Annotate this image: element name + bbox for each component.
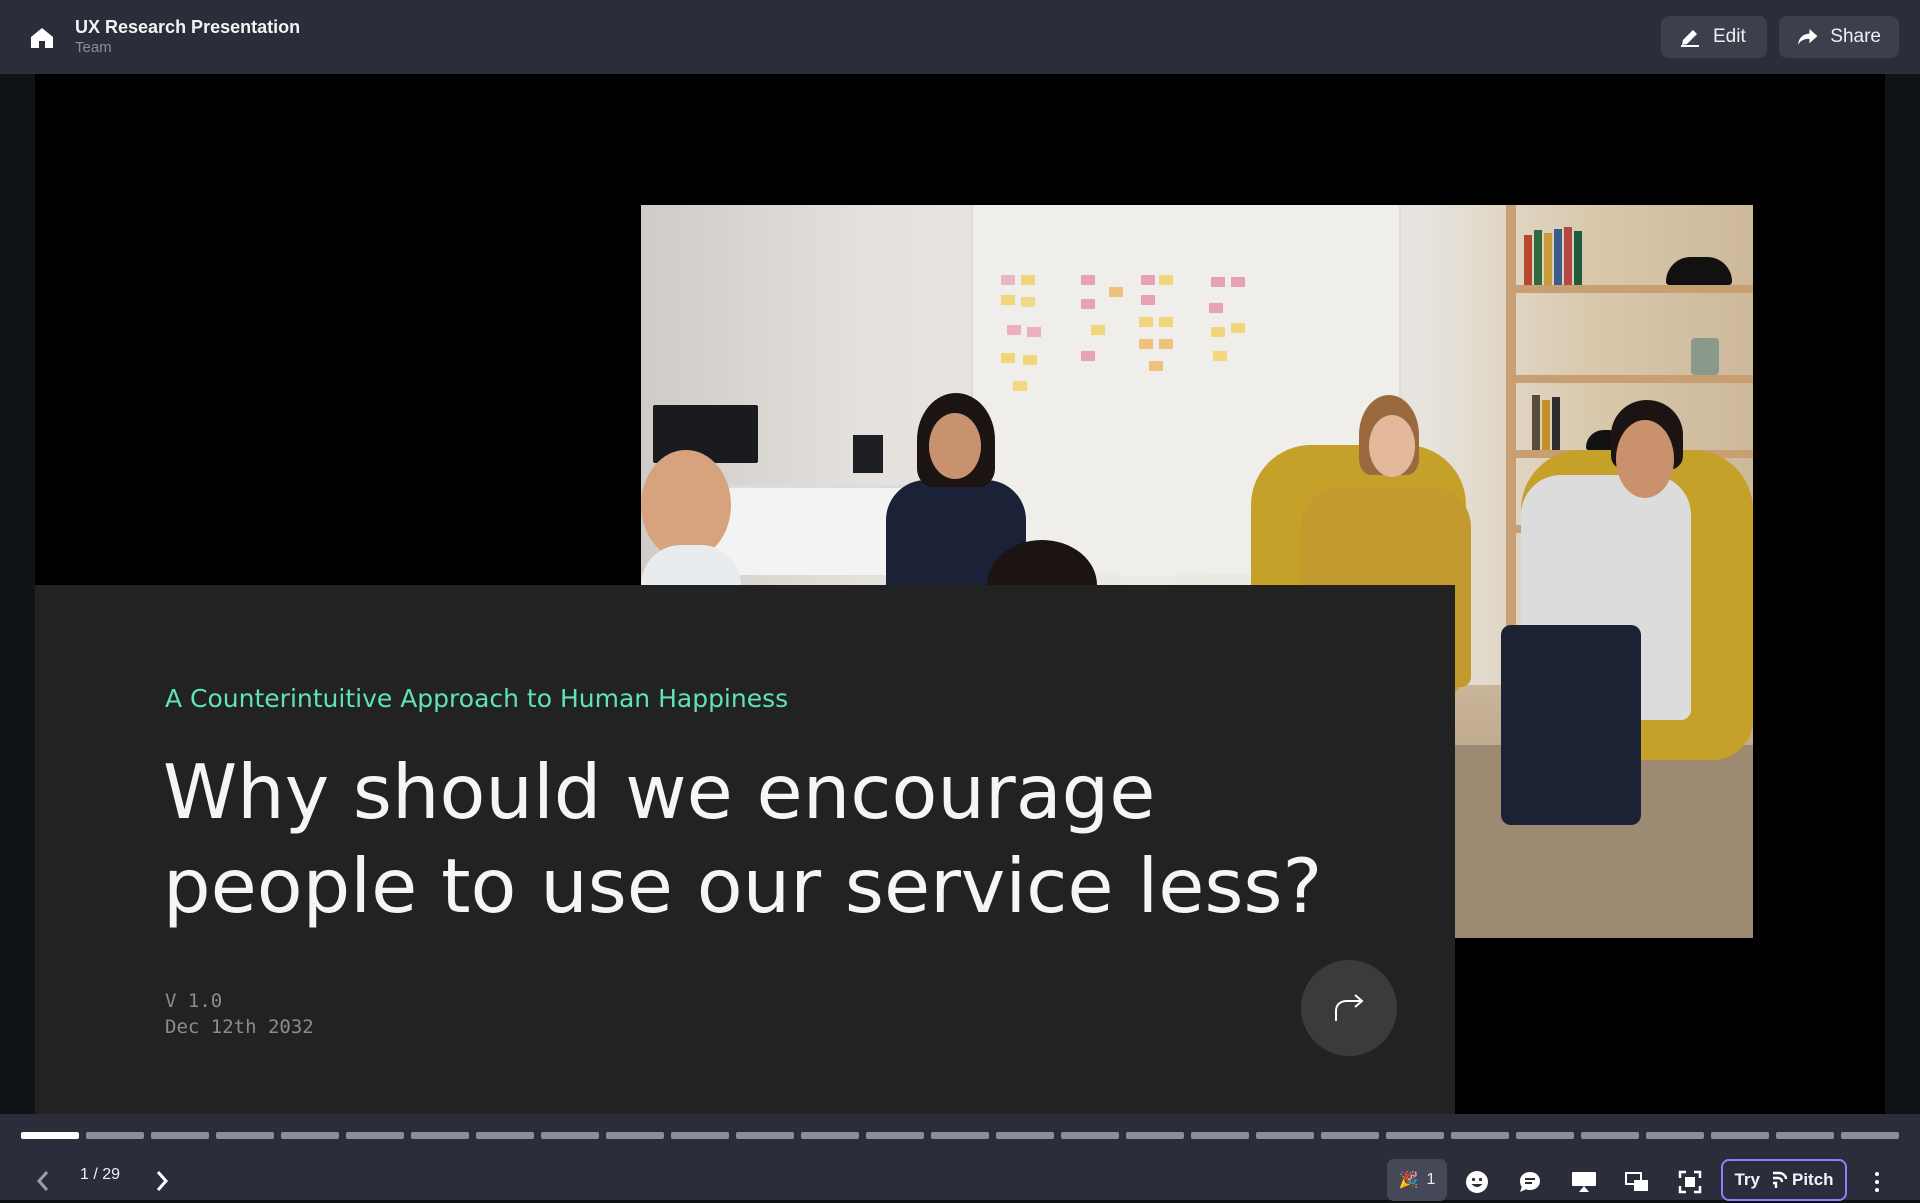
progress-segment[interactable] [281,1132,339,1139]
next-slide-button[interactable] [145,1159,179,1203]
share-label: Share [1830,26,1881,47]
progress-segment[interactable] [346,1132,404,1139]
progress-segment[interactable] [411,1132,469,1139]
progress-segment[interactable] [996,1132,1054,1139]
share-arrow-icon [1797,29,1818,45]
edit-label: Edit [1713,26,1746,47]
player-controls: 1 / 29 🎉 1 Try Pitch [0,1114,1920,1203]
reaction-counter-button[interactable]: 🎉 1 [1387,1159,1447,1201]
more-options-button[interactable] [1858,1163,1896,1201]
progress-segment[interactable] [1841,1132,1899,1139]
progress-segment[interactable] [1191,1132,1249,1139]
slide-canvas: A Counterintuitive Approach to Human Hap… [35,74,1885,1114]
progress-segment[interactable] [671,1132,729,1139]
progress-segment[interactable] [1646,1132,1704,1139]
slide-meta: V 1.0 Dec 12th 2032 [165,988,314,1040]
progress-segment[interactable] [866,1132,924,1139]
slide-kicker: A Counterintuitive Approach to Human Hap… [165,684,789,713]
progress-segment[interactable] [21,1132,79,1139]
share-button[interactable]: Share [1779,16,1899,58]
page-counter: 1 / 29 [80,1166,121,1183]
progress-segment[interactable] [1061,1132,1119,1139]
progress-segment[interactable] [476,1132,534,1139]
top-bar: UX Research Presentation Team Edit Share [0,0,1920,74]
comments-button[interactable] [1511,1163,1549,1201]
smiley-icon [1466,1171,1488,1193]
presenter-view-button[interactable] [1565,1163,1603,1201]
fullscreen-button[interactable] [1671,1163,1709,1201]
progress-segment[interactable] [151,1132,209,1139]
presentation-stage: A Counterintuitive Approach to Human Hap… [0,74,1920,1114]
home-button[interactable] [26,23,58,53]
progress-segment[interactable] [1321,1132,1379,1139]
progress-segment[interactable] [606,1132,664,1139]
previous-slide-button[interactable] [26,1159,60,1203]
headline-line-2: people to use our service less? [163,842,1323,930]
fullscreen-icon [1678,1170,1702,1194]
try-label: Try [1734,1170,1760,1189]
chevron-right-icon [156,1171,169,1191]
progress-segment[interactable] [216,1132,274,1139]
progress-segment[interactable] [1256,1132,1314,1139]
progress-segment[interactable] [1386,1132,1444,1139]
edit-button[interactable]: Edit [1661,16,1767,58]
workspace-name: Team [75,39,112,56]
progress-segment[interactable] [1516,1132,1574,1139]
version-text: V 1.0 [165,990,223,1012]
date-text: Dec 12th 2032 [165,1016,314,1038]
person-man-foreground [641,450,731,560]
forward-arrow-icon [1335,994,1364,1021]
progress-segment[interactable] [1711,1132,1769,1139]
progress-segment[interactable] [1451,1132,1509,1139]
pitch-brand-label: Pitch [1791,1170,1834,1189]
try-pitch-button[interactable]: Try Pitch [1721,1159,1847,1201]
pip-icon [1625,1172,1648,1191]
picture-in-picture-button[interactable] [1618,1163,1656,1201]
emoji-reaction-button[interactable] [1458,1163,1496,1201]
pencil-icon [1681,30,1699,47]
headline-line-1: Why should we encourage [163,748,1156,836]
chevron-left-icon [36,1171,49,1191]
document-title-block: UX Research Presentation Team [75,16,300,57]
home-icon [31,28,53,48]
reaction-count: 1 [1426,1171,1436,1188]
progress-segment[interactable] [736,1132,794,1139]
progress-segment[interactable] [541,1132,599,1139]
progress-segment[interactable] [1776,1132,1834,1139]
next-slide-circle-button[interactable] [1301,960,1397,1056]
slide-headline: Why should we encourage people to use ou… [163,745,1343,933]
kebab-menu-icon [1875,1172,1879,1192]
slide-progress-bar [21,1132,1899,1140]
document-title: UX Research Presentation [75,17,301,37]
chat-bubble-icon [1520,1172,1540,1192]
party-popper-icon: 🎉 [1398,1172,1419,1189]
screen-present-icon [1572,1172,1596,1192]
title-card: A Counterintuitive Approach to Human Hap… [35,585,1455,1114]
progress-segment[interactable] [931,1132,989,1139]
progress-segment[interactable] [801,1132,859,1139]
progress-segment[interactable] [1126,1132,1184,1139]
progress-segment[interactable] [1581,1132,1639,1139]
progress-segment[interactable] [86,1132,144,1139]
pitch-logo-icon [1772,1171,1788,1188]
